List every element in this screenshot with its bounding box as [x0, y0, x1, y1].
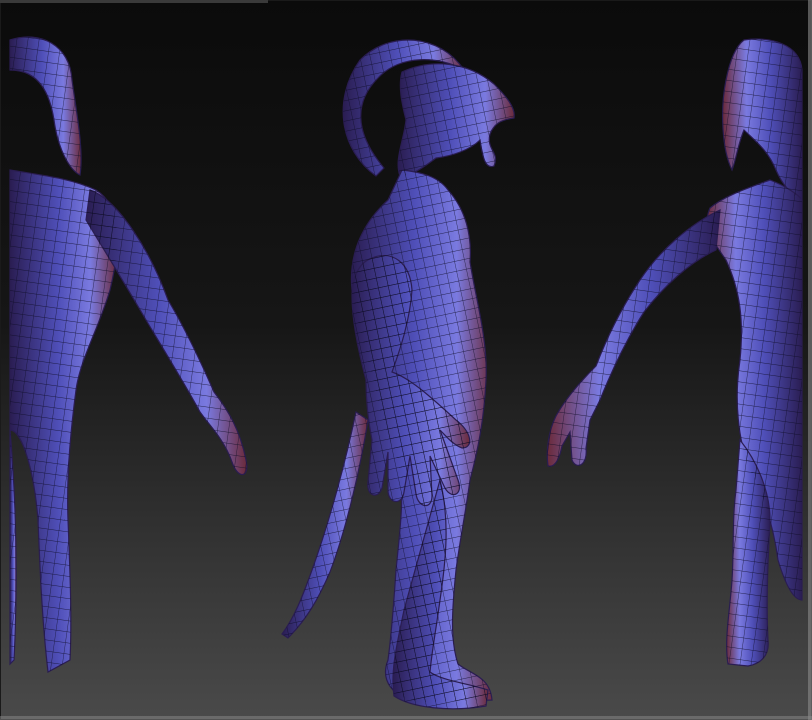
viewport-right-edge — [808, 0, 812, 720]
viewport-canvas — [0, 0, 812, 720]
viewport-top-strip — [0, 0, 268, 3]
3d-viewport[interactable] — [0, 0, 812, 720]
viewport-bottom-edge — [0, 716, 812, 720]
